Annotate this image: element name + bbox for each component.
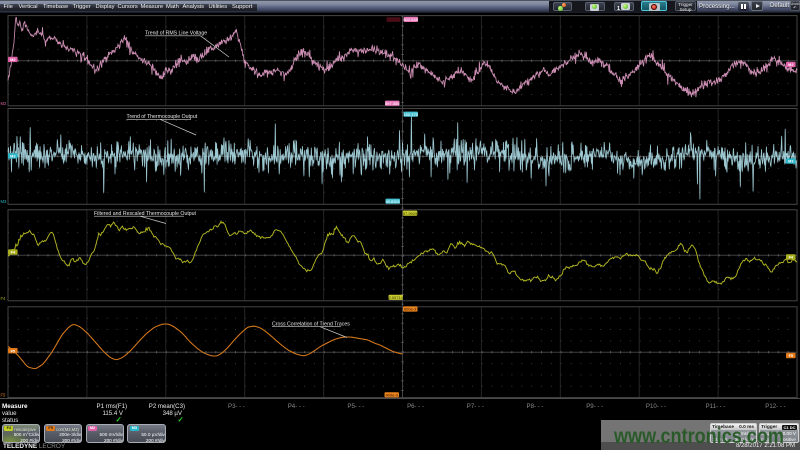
- svg-text:M2: M2: [1, 101, 7, 106]
- svg-text:49.8301: 49.8301: [385, 199, 400, 204]
- svg-text:150.170: 150.170: [403, 112, 418, 117]
- svg-text:597.355: 597.355: [385, 101, 400, 106]
- svg-text:M2: M2: [10, 58, 15, 62]
- svg-text:F4: F4: [1, 296, 7, 301]
- svg-text:F5: F5: [789, 354, 793, 358]
- svg-text:97.9929: 97.9929: [403, 211, 418, 216]
- svg-text:2.00714: 2.00714: [388, 295, 403, 300]
- svg-text:400e-3: 400e-3: [385, 392, 398, 397]
- svg-text:602.645: 602.645: [403, 17, 418, 22]
- svg-text:M3: M3: [10, 155, 15, 159]
- svg-text:M2: M2: [788, 63, 793, 67]
- svg-text:M3: M3: [1, 199, 7, 204]
- svg-text:600e-3: 600e-3: [404, 307, 417, 312]
- svg-text:F5: F5: [11, 349, 15, 353]
- svg-text:M3: M3: [788, 160, 793, 164]
- svg-text:F5: F5: [1, 393, 7, 398]
